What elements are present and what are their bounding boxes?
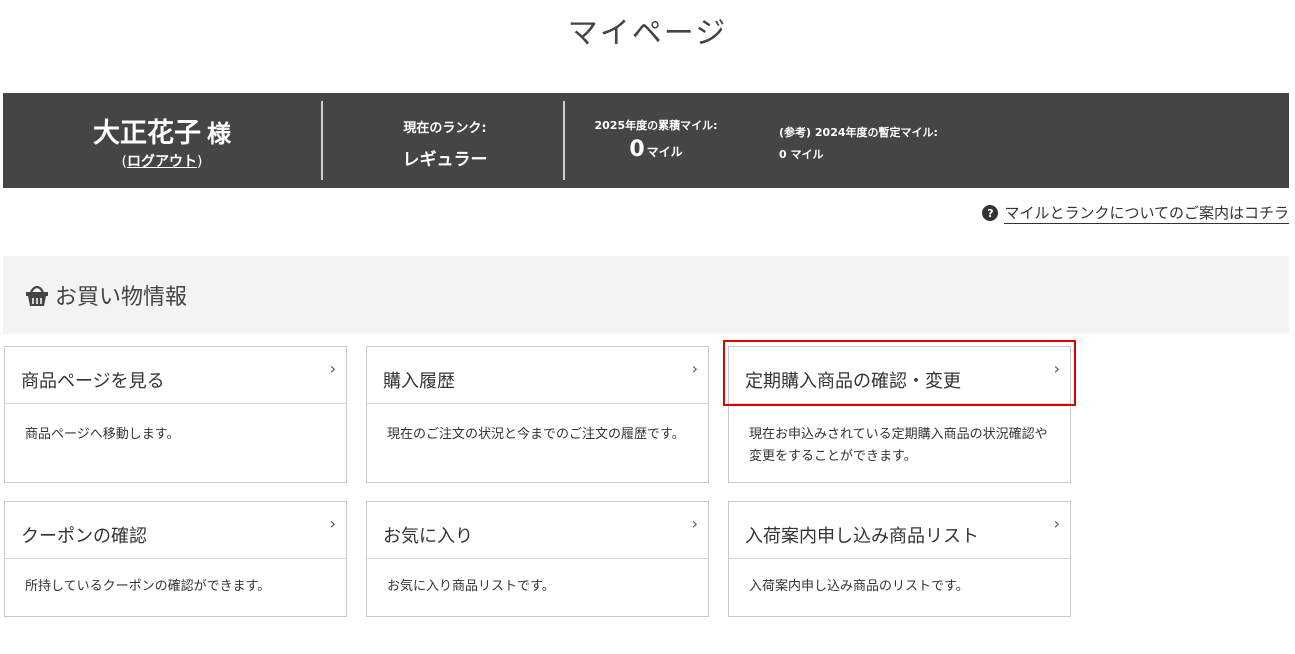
card-description: 現在お申込みされている定期購入商品の状況確認や変更をすることができます。 — [749, 427, 1048, 464]
divider — [321, 101, 323, 180]
rank-block: 現在のランク: レギュラー — [325, 93, 565, 188]
card-header: 購入履歴 › — [367, 347, 708, 404]
ref-miles-value: 0 マイル — [779, 148, 824, 161]
section-title: お買い物情報 — [55, 285, 188, 310]
shopping-basket-icon — [26, 285, 48, 306]
card-title: 商品ページを見る — [21, 371, 165, 392]
card-restock-notice-list[interactable]: 入荷案内申し込み商品リスト › 入荷案内申し込み商品のリストです。 — [728, 501, 1071, 617]
user-name: 大正花子様 — [3, 111, 321, 150]
miles-block: 2025年度の累積マイル: 0 マイル — [569, 93, 769, 188]
miles-value: 0 マイル — [569, 137, 743, 162]
card-description: 商品ページへ移動します。 — [25, 427, 180, 442]
guide-link-label: マイルとランクについてのご案内はコチラ — [1004, 204, 1289, 224]
card-header: クーポンの確認 › — [5, 502, 346, 559]
card-purchase-history[interactable]: 購入履歴 › 現在のご注文の状況と今までのご注文の履歴です。 — [366, 346, 709, 483]
logout-link[interactable]: ログアウト — [127, 154, 197, 170]
card-title: 入荷案内申し込み商品リスト — [745, 526, 979, 547]
rank-label: 現在のランク: — [403, 121, 487, 136]
member-status-bar: 大正花子様 (ログアウト) 現在のランク: レギュラー 2025年度の累積マイル… — [3, 93, 1289, 188]
card-subscription-manage[interactable]: 定期購入商品の確認・変更 › 現在お申込みされている定期購入商品の状況確認や変更… — [728, 346, 1071, 483]
ref-miles-label: (参考) 2024年度の暫定マイル: — [779, 126, 938, 139]
chevron-right-icon: › — [691, 514, 698, 533]
card-description: お気に入り商品リストです。 — [387, 579, 555, 594]
card-header: 商品ページを見る › — [5, 347, 346, 404]
logout-line: (ログアウト) — [3, 151, 321, 171]
rank-value: レギュラー — [402, 150, 488, 170]
card-header: 入荷案内申し込み商品リスト › — [729, 502, 1070, 559]
miles-unit: マイル — [646, 145, 683, 159]
chevron-right-icon: › — [1053, 514, 1060, 533]
card-description: 現在のご注文の状況と今までのご注文の履歴です。 — [387, 427, 685, 442]
shopping-info-section-header: お買い物情報 — [3, 256, 1289, 334]
card-description: 入荷案内申し込み商品のリストです。 — [749, 579, 969, 594]
logout-paren-close: ) — [197, 154, 203, 170]
card-description: 所持しているクーポンの確認ができます。 — [25, 579, 271, 594]
card-favorites[interactable]: お気に入り › お気に入り商品リストです。 — [366, 501, 709, 617]
question-circle-icon: ? — [982, 205, 999, 221]
card-title: 定期購入商品の確認・変更 — [745, 371, 961, 392]
divider — [563, 101, 565, 180]
user-honorific: 様 — [207, 120, 231, 148]
ref-miles-block: (参考) 2024年度の暫定マイル: 0 マイル — [779, 124, 1079, 162]
miles-rank-guide-link[interactable]: ? マイルとランクについてのご案内はコチラ — [982, 202, 1289, 224]
chevron-right-icon: › — [329, 514, 336, 533]
card-product-page[interactable]: 商品ページを見る › 商品ページへ移動します。 — [4, 346, 347, 483]
card-title: 購入履歴 — [383, 371, 455, 392]
card-title: お気に入り — [383, 526, 473, 547]
card-coupon[interactable]: クーポンの確認 › 所持しているクーポンの確認ができます。 — [4, 501, 347, 617]
page-title: マイページ — [567, 16, 728, 51]
miles-number: 0 — [629, 137, 645, 162]
chevron-right-icon: › — [1053, 359, 1060, 378]
user-block: 大正花子様 (ログアウト) — [3, 93, 321, 188]
card-header: お気に入り › — [367, 502, 708, 559]
user-name-text: 大正花子 — [93, 118, 201, 149]
miles-label: 2025年度の累積マイル: — [594, 119, 718, 132]
card-header: 定期購入商品の確認・変更 › — [729, 347, 1070, 404]
chevron-right-icon: › — [691, 359, 698, 378]
card-title: クーポンの確認 — [21, 526, 147, 547]
chevron-right-icon: › — [329, 359, 336, 378]
